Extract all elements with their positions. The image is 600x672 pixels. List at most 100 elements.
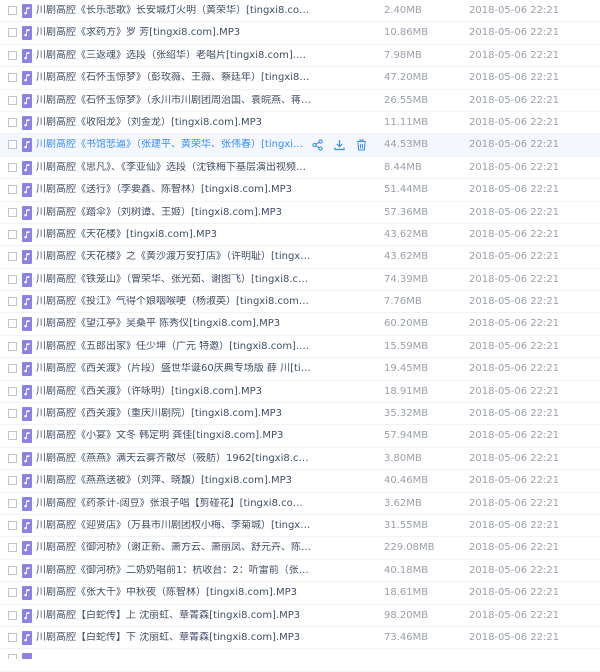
- file-name[interactable]: 川剧高腔《燕燕》满天云雾齐散尽（筱舫）1962[tingxi8.com].M..…: [36, 453, 312, 465]
- row-checkbox[interactable]: [8, 140, 17, 150]
- row-checkbox[interactable]: [8, 431, 17, 441]
- file-size: 26.55MB: [384, 94, 429, 106]
- file-name[interactable]: 川剧高腔【白蛇传】上 沈丽虹、章箐森[tingxi8.com].MP3: [36, 610, 312, 622]
- file-row[interactable]: 川剧高腔《望江亭》吴桑平 陈秀仪[tingxi8.com].MP3 60.20MB…: [0, 313, 600, 336]
- file-row[interactable]: 川剧高腔《石怀玉惊梦》（彭玫薇、王薇、蔡廷年）[tingxi8.com]... 4…: [0, 67, 600, 90]
- file-row[interactable]: 川剧高腔《西关渡》（片段）盛世华诞60庆典专场版 薛 川[tingx... 19.…: [0, 358, 600, 381]
- row-checkbox[interactable]: [8, 386, 17, 396]
- file-row[interactable]: 川剧高腔《西关渡》（许咏明）[tingxi8.com].MP3 18.91MB 20…: [0, 381, 600, 404]
- modified-date: 2018-05-06 22:21: [469, 631, 560, 643]
- file-row[interactable]: 川剧高腔《思凡》、《李亚仙》选段（沈铁梅下基层演出视频）... 8.44MB 201…: [0, 157, 600, 180]
- file-row[interactable]: 川剧高腔《踏伞》（刘树谭、王姬）[tingxi8.com].MP3 57.36MB…: [0, 202, 600, 224]
- file-name[interactable]: 川剧高腔《铁笼山》（曾荣华、张光茹、谢图飞）[tingxi8.com]...: [36, 274, 312, 286]
- row-checkbox[interactable]: [8, 252, 17, 262]
- file-name[interactable]: 川剧高腔《书馆悲逼》（张建平、黄荣华、张伟春）[tingxi8.com...: [36, 139, 308, 151]
- row-checkbox[interactable]: [8, 229, 17, 239]
- file-row[interactable]: 川剧高腔《御河桥》二奶奶唱前1：杭收台：2：听雷前（张光... 40.18MB 20…: [0, 560, 600, 583]
- row-checkbox[interactable]: [8, 476, 17, 486]
- file-row[interactable]: 川剧高腔《收阳龙》（刘金龙）[tingxi8.com].MP3 11.11MB 20…: [0, 112, 600, 135]
- file-row[interactable]: 川剧高腔《三返魂》选段（张绍华）老唱片[tingxi8.com].MP3 7.98…: [0, 45, 600, 68]
- file-row[interactable]: 川剧高腔《投江》气得个娘咽喉哽（杨淑英）[tingxi8.com].MP3 7.7…: [0, 291, 600, 314]
- row-checkbox[interactable]: [8, 498, 17, 508]
- file-row[interactable]: 川剧高腔《张大千》中秋夜（陈智林）[tingxi8.com].MP3 18.61M…: [0, 582, 600, 605]
- row-checkbox[interactable]: [8, 565, 17, 575]
- file-row[interactable]: 川剧高腔【白蛇传】上 沈丽虹、章箐森[tingxi8.com].MP3 98.20…: [0, 605, 600, 627]
- file-name[interactable]: 川剧高腔【白蛇传】下 沈丽虹、章箐森[tingxi8.com].MP3: [36, 632, 312, 644]
- music-file-icon: [22, 608, 32, 623]
- share-icon[interactable]: [312, 139, 323, 151]
- row-checkbox[interactable]: [8, 588, 17, 598]
- file-name[interactable]: 川剧高腔《小宴》文冬 韩定明 龚佳[tingxi8.com].MP3: [36, 430, 312, 442]
- trash-icon[interactable]: [356, 139, 367, 151]
- file-row[interactable]: 川剧高腔《小宴》文冬 韩定明 龚佳[tingxi8.com].MP3 57.94M…: [0, 425, 600, 448]
- file-name[interactable]: 川剧高腔《求药方》罗 芳[tingxi8.com].MP3: [36, 27, 312, 39]
- file-name[interactable]: 川剧高腔《踏伞》（刘树谭、王姬）[tingxi8.com].MP3: [36, 207, 312, 219]
- file-row[interactable]: 川剧高腔【白蛇传】下 沈丽虹、章箐森[tingxi8.com].MP3 73.46…: [0, 627, 600, 650]
- row-checkbox[interactable]: [8, 297, 17, 307]
- row-checkbox[interactable]: [8, 520, 17, 530]
- row-checkbox[interactable]: [8, 543, 17, 553]
- row-checkbox[interactable]: [8, 341, 17, 351]
- file-row[interactable]: 川剧高腔《迎贤店》（万县市川剧团权小梅、李菊城）[tingxi8.com... 3…: [0, 515, 600, 538]
- download-icon[interactable]: [334, 139, 345, 151]
- music-file-icon: [22, 407, 32, 422]
- file-name[interactable]: 川剧高腔《药茶计-阔豆》张浪子唱【剪碰花】[tingxi8.com].MP3: [36, 498, 312, 510]
- file-row[interactable]: 川剧高腔《燕燕》满天云雾齐散尽（筱舫）1962[tingxi8.com].M..…: [0, 448, 600, 471]
- music-file-icon: [22, 26, 32, 41]
- row-checkbox[interactable]: [8, 654, 17, 660]
- row-checkbox[interactable]: [8, 610, 17, 620]
- music-file-icon: [22, 586, 32, 601]
- row-checkbox[interactable]: [8, 185, 17, 195]
- file-row[interactable]: 川剧高腔《求药方》罗 芳[tingxi8.com].MP3 10.86MB 2018…: [0, 22, 600, 45]
- file-name[interactable]: 川剧高腔《天花楼》之《黄沙渡万安打店》（许明耻）[tingxi8.com]...: [36, 251, 312, 263]
- row-checkbox[interactable]: [8, 364, 17, 374]
- file-name[interactable]: 川剧高腔《五郎出家》任少坤（广元 特邀）[tingxi8.com].MP3: [36, 341, 312, 353]
- row-checkbox[interactable]: [8, 95, 17, 105]
- row-checkbox[interactable]: [8, 28, 17, 38]
- file-row[interactable]: 川剧高腔《石怀玉惊梦》（永川市川剧团周治国、袁皖燕、蒋中... 26.55MB 20…: [0, 90, 600, 112]
- file-row[interactable]: 川剧高腔《五郎出家》任少坤（广元 特邀）[tingxi8.com].MP3 15.…: [0, 336, 600, 359]
- file-name[interactable]: 川剧高腔《迎贤店》（万县市川剧团权小梅、李菊城）[tingxi8.com...: [36, 520, 312, 532]
- file-row[interactable]: 川剧高腔《天花楼》之《黄沙渡万安打店》（许明耻）[tingxi8.com]...…: [0, 246, 600, 269]
- row-checkbox[interactable]: [8, 453, 17, 463]
- row-checkbox[interactable]: [8, 73, 17, 83]
- file-name[interactable]: 川剧高腔《收阳龙》（刘金龙）[tingxi8.com].MP3: [36, 117, 312, 129]
- row-checkbox[interactable]: [8, 6, 17, 15]
- file-row[interactable]: 川剧高腔《御河桥》（谢正新、萧方云、萧丽凤、舒元卉、陈毅... 229.08MB 2…: [0, 537, 600, 560]
- row-checkbox[interactable]: [8, 117, 17, 127]
- file-name[interactable]: 川剧高腔《张大千》中秋夜（陈智林）[tingxi8.com].MP3: [36, 587, 312, 599]
- file-name[interactable]: 川剧高腔《西关渡》（重庆川剧院）[tingxi8.com].MP3: [36, 408, 312, 420]
- file-name[interactable]: 川剧高腔《思凡》、《李亚仙》选段（沈铁梅下基层演出视频）...: [36, 162, 312, 174]
- file-row[interactable]: 川剧高腔《药茶计-阔豆》张浪子唱【剪碰花】[tingxi8.com].MP3 3.…: [0, 493, 600, 515]
- file-name[interactable]: 川剧高腔《西关渡》（片段）盛世华诞60庆典专场版 薛 川[tingx...: [36, 363, 312, 375]
- file-name[interactable]: 川剧高腔《三返魂》选段（张绍华）老唱片[tingxi8.com].MP3: [36, 50, 312, 62]
- file-name[interactable]: 川剧高腔《送行》（李要鑫、陈智林）[tingxi8.com].MP3: [36, 184, 312, 196]
- file-name[interactable]: 川剧高腔《投江》气得个娘咽喉哽（杨淑英）[tingxi8.com].MP3: [36, 296, 312, 308]
- file-name[interactable]: 川剧高腔《御河桥》二奶奶唱前1：杭收台：2：听雷前（张光...: [36, 565, 312, 577]
- file-size: 11.11MB: [384, 116, 429, 128]
- file-row-partial[interactable]: [0, 649, 600, 672]
- row-checkbox[interactable]: [8, 319, 17, 329]
- modified-date: 2018-05-06 22:21: [469, 72, 560, 84]
- file-name[interactable]: 川剧高腔《石怀玉惊梦》（彭玫薇、王薇、蔡廷年）[tingxi8.com]...: [36, 72, 312, 84]
- file-name[interactable]: 川剧高腔《长乐悲歌》长安城灯火明（黄荣华）[tingxi8.com]...: [36, 5, 312, 17]
- file-row[interactable]: 川剧高腔《天花楼》[tingxi8.com].MP3 43.62MB 2018-05…: [0, 224, 600, 247]
- file-row[interactable]: 川剧高腔《燕燕送被》（刘萍、晓馥）[tingxi8.com].MP3 40.46M…: [0, 470, 600, 493]
- row-checkbox[interactable]: [8, 632, 17, 642]
- row-checkbox[interactable]: [8, 409, 17, 419]
- row-checkbox[interactable]: [8, 274, 17, 284]
- file-row[interactable]: 川剧高腔《西关渡》（重庆川剧院）[tingxi8.com].MP3 35.32MB…: [0, 403, 600, 426]
- file-row[interactable]: 川剧高腔《送行》（李要鑫、陈智林）[tingxi8.com].MP3 51.44M…: [0, 179, 600, 202]
- file-name[interactable]: 川剧高腔《石怀玉惊梦》（永川市川剧团周治国、袁皖燕、蒋中...: [36, 95, 312, 107]
- file-name[interactable]: 川剧高腔《燕燕送被》（刘萍、晓馥）[tingxi8.com].MP3: [36, 475, 312, 487]
- row-checkbox[interactable]: [8, 50, 17, 60]
- file-row[interactable]: 川剧高腔《长乐悲歌》长安城灯火明（黄荣华）[tingxi8.com]... 2.4…: [0, 0, 600, 23]
- row-checkbox[interactable]: [8, 162, 17, 172]
- file-row[interactable]: 川剧高腔《铁笼山》（曾荣华、张光茹、谢图飞）[tingxi8.com]... 74…: [0, 269, 600, 292]
- file-row[interactable]: 川剧高腔《书馆悲逼》（张建平、黄荣华、张伟春）[tingxi8.com... 44…: [0, 134, 600, 157]
- file-name[interactable]: 川剧高腔《御河桥》（谢正新、萧方云、萧丽凤、舒元卉、陈毅...: [36, 542, 312, 554]
- file-name[interactable]: 川剧高腔《西关渡》（许咏明）[tingxi8.com].MP3: [36, 386, 312, 398]
- file-name[interactable]: 川剧高腔《天花楼》[tingxi8.com].MP3: [36, 229, 312, 241]
- file-name[interactable]: 川剧高腔《望江亭》吴桑平 陈秀仪[tingxi8.com].MP3: [36, 318, 312, 330]
- row-checkbox[interactable]: [8, 207, 17, 217]
